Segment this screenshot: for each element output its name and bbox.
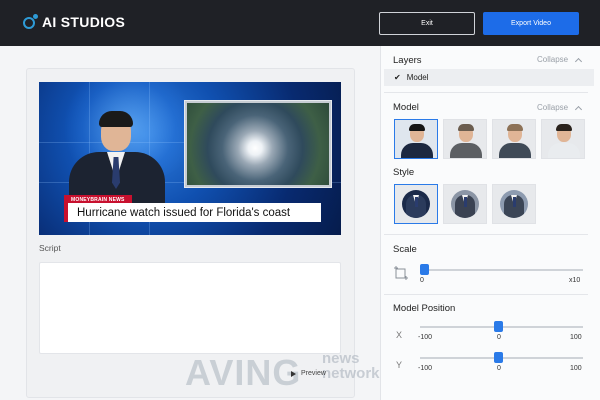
scale-max-label: x10: [569, 277, 581, 284]
preview-label: Preview: [301, 370, 326, 377]
top-bar: AI STUDIOS Exit Export Video: [0, 0, 600, 46]
model-collapse-button[interactable]: Collapse: [537, 103, 583, 113]
script-label: Script: [39, 243, 61, 253]
divider: [384, 92, 588, 93]
news-headline: Hurricane watch issued for Florida's coa…: [64, 203, 321, 222]
play-icon: [291, 370, 296, 377]
position-y-label: Y: [396, 360, 403, 370]
divider: [384, 234, 588, 235]
hurricane-image: [187, 103, 329, 185]
layer-item-model[interactable]: ✔ Model: [384, 69, 594, 86]
style-option-2[interactable]: [443, 184, 487, 224]
scale-slider-track[interactable]: [420, 269, 583, 271]
model-option-2[interactable]: [443, 119, 487, 159]
logo-icon: [22, 14, 38, 30]
watermark-sub: news network: [322, 351, 380, 381]
position-x-label: X: [396, 330, 403, 340]
model-option-3[interactable]: [492, 119, 536, 159]
model-option-4[interactable]: [541, 119, 585, 159]
hurricane-monitor: [184, 100, 332, 188]
style-title: Style: [393, 167, 415, 178]
watermark-sub-top: news: [322, 350, 360, 367]
script-input[interactable]: [39, 262, 341, 354]
divider: [384, 294, 588, 295]
brand-name: AI STUDIOS: [42, 14, 126, 30]
export-video-button[interactable]: Export Video: [483, 12, 579, 35]
layer-item-label: Model: [406, 73, 429, 82]
model-title: Model: [393, 102, 419, 113]
collapse-label: Collapse: [537, 55, 569, 64]
style-option-3[interactable]: [492, 184, 536, 224]
scale-title: Scale: [393, 244, 417, 255]
style-option-1[interactable]: [394, 184, 438, 224]
exit-button[interactable]: Exit: [379, 12, 475, 35]
watermark-sub-bottom: network: [322, 365, 380, 382]
position-y-slider-handle[interactable]: [493, 352, 503, 363]
scale-slider-handle[interactable]: [420, 264, 429, 275]
chevron-up-icon: [575, 57, 583, 65]
position-x-min-label: -100: [418, 334, 433, 341]
position-x-mid-label: 0: [497, 334, 501, 341]
check-icon: ✔: [394, 73, 401, 82]
brand-logo[interactable]: AI STUDIOS: [22, 14, 125, 30]
watermark-logo: AVING: [185, 352, 302, 393]
scale-min-label: 0: [420, 277, 424, 284]
scale-icon: [394, 266, 408, 280]
layers-collapse-button[interactable]: Collapse: [537, 55, 583, 65]
position-x-slider-handle[interactable]: [493, 321, 503, 332]
position-y-min-label: -100: [418, 365, 433, 372]
position-y-mid-label: 0: [497, 365, 501, 372]
chevron-up-icon: [575, 105, 583, 113]
collapse-label: Collapse: [537, 103, 569, 112]
anchor-hair: [99, 111, 133, 127]
position-y-max-label: 100: [570, 365, 582, 372]
model-position-title: Model Position: [393, 303, 456, 314]
layers-title: Layers: [393, 55, 422, 66]
preview-button[interactable]: Preview: [291, 370, 326, 377]
position-x-max-label: 100: [570, 334, 582, 341]
model-option-1[interactable]: [394, 119, 438, 159]
